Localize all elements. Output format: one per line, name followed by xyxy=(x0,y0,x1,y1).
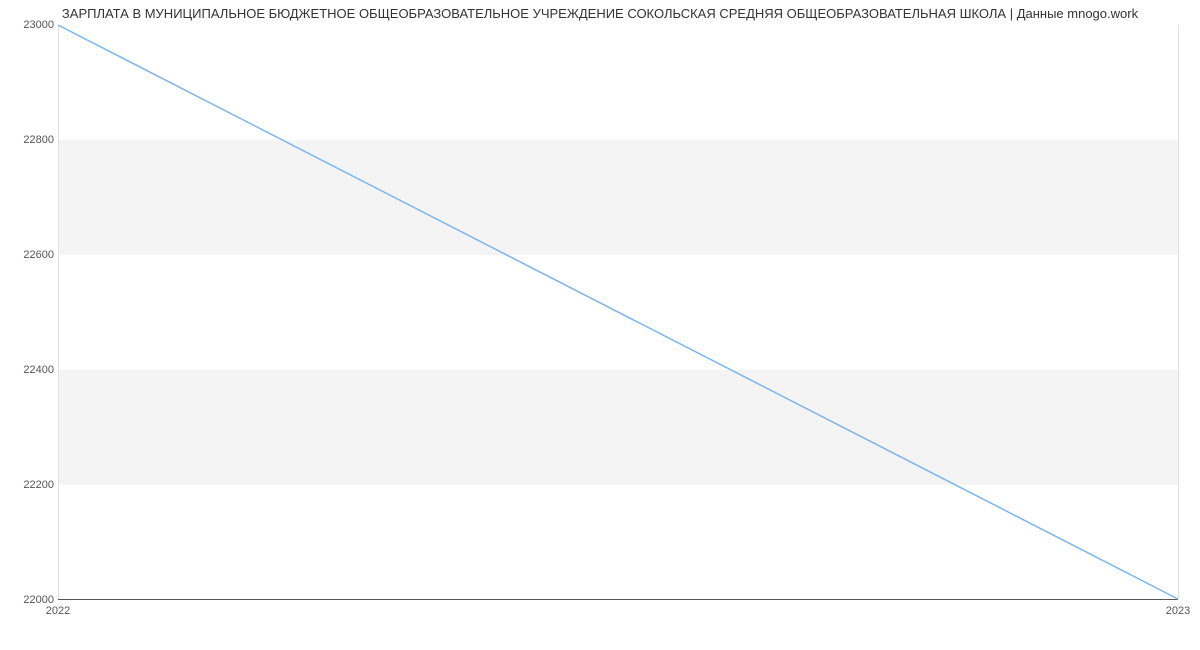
chart-title: ЗАРПЛАТА В МУНИЦИПАЛЬНОЕ БЮДЖЕТНОЕ ОБЩЕО… xyxy=(0,6,1200,21)
y-tick-label: 22400 xyxy=(23,364,54,376)
salary-chart: ЗАРПЛАТА В МУНИЦИПАЛЬНОЕ БЮДЖЕТНОЕ ОБЩЕО… xyxy=(0,0,1200,625)
x-tick-label: 2022 xyxy=(46,605,70,617)
y-tick-label: 23000 xyxy=(23,19,54,31)
plot-area xyxy=(58,25,1178,600)
chart-svg xyxy=(58,25,1178,599)
y-tick-label: 22600 xyxy=(23,249,54,261)
x-tick-label: 2023 xyxy=(1166,605,1190,617)
y-tick-label: 22800 xyxy=(23,134,54,146)
y-tick-label: 22200 xyxy=(23,479,54,491)
data-line xyxy=(58,25,1178,599)
grid-line-x xyxy=(1178,25,1179,599)
